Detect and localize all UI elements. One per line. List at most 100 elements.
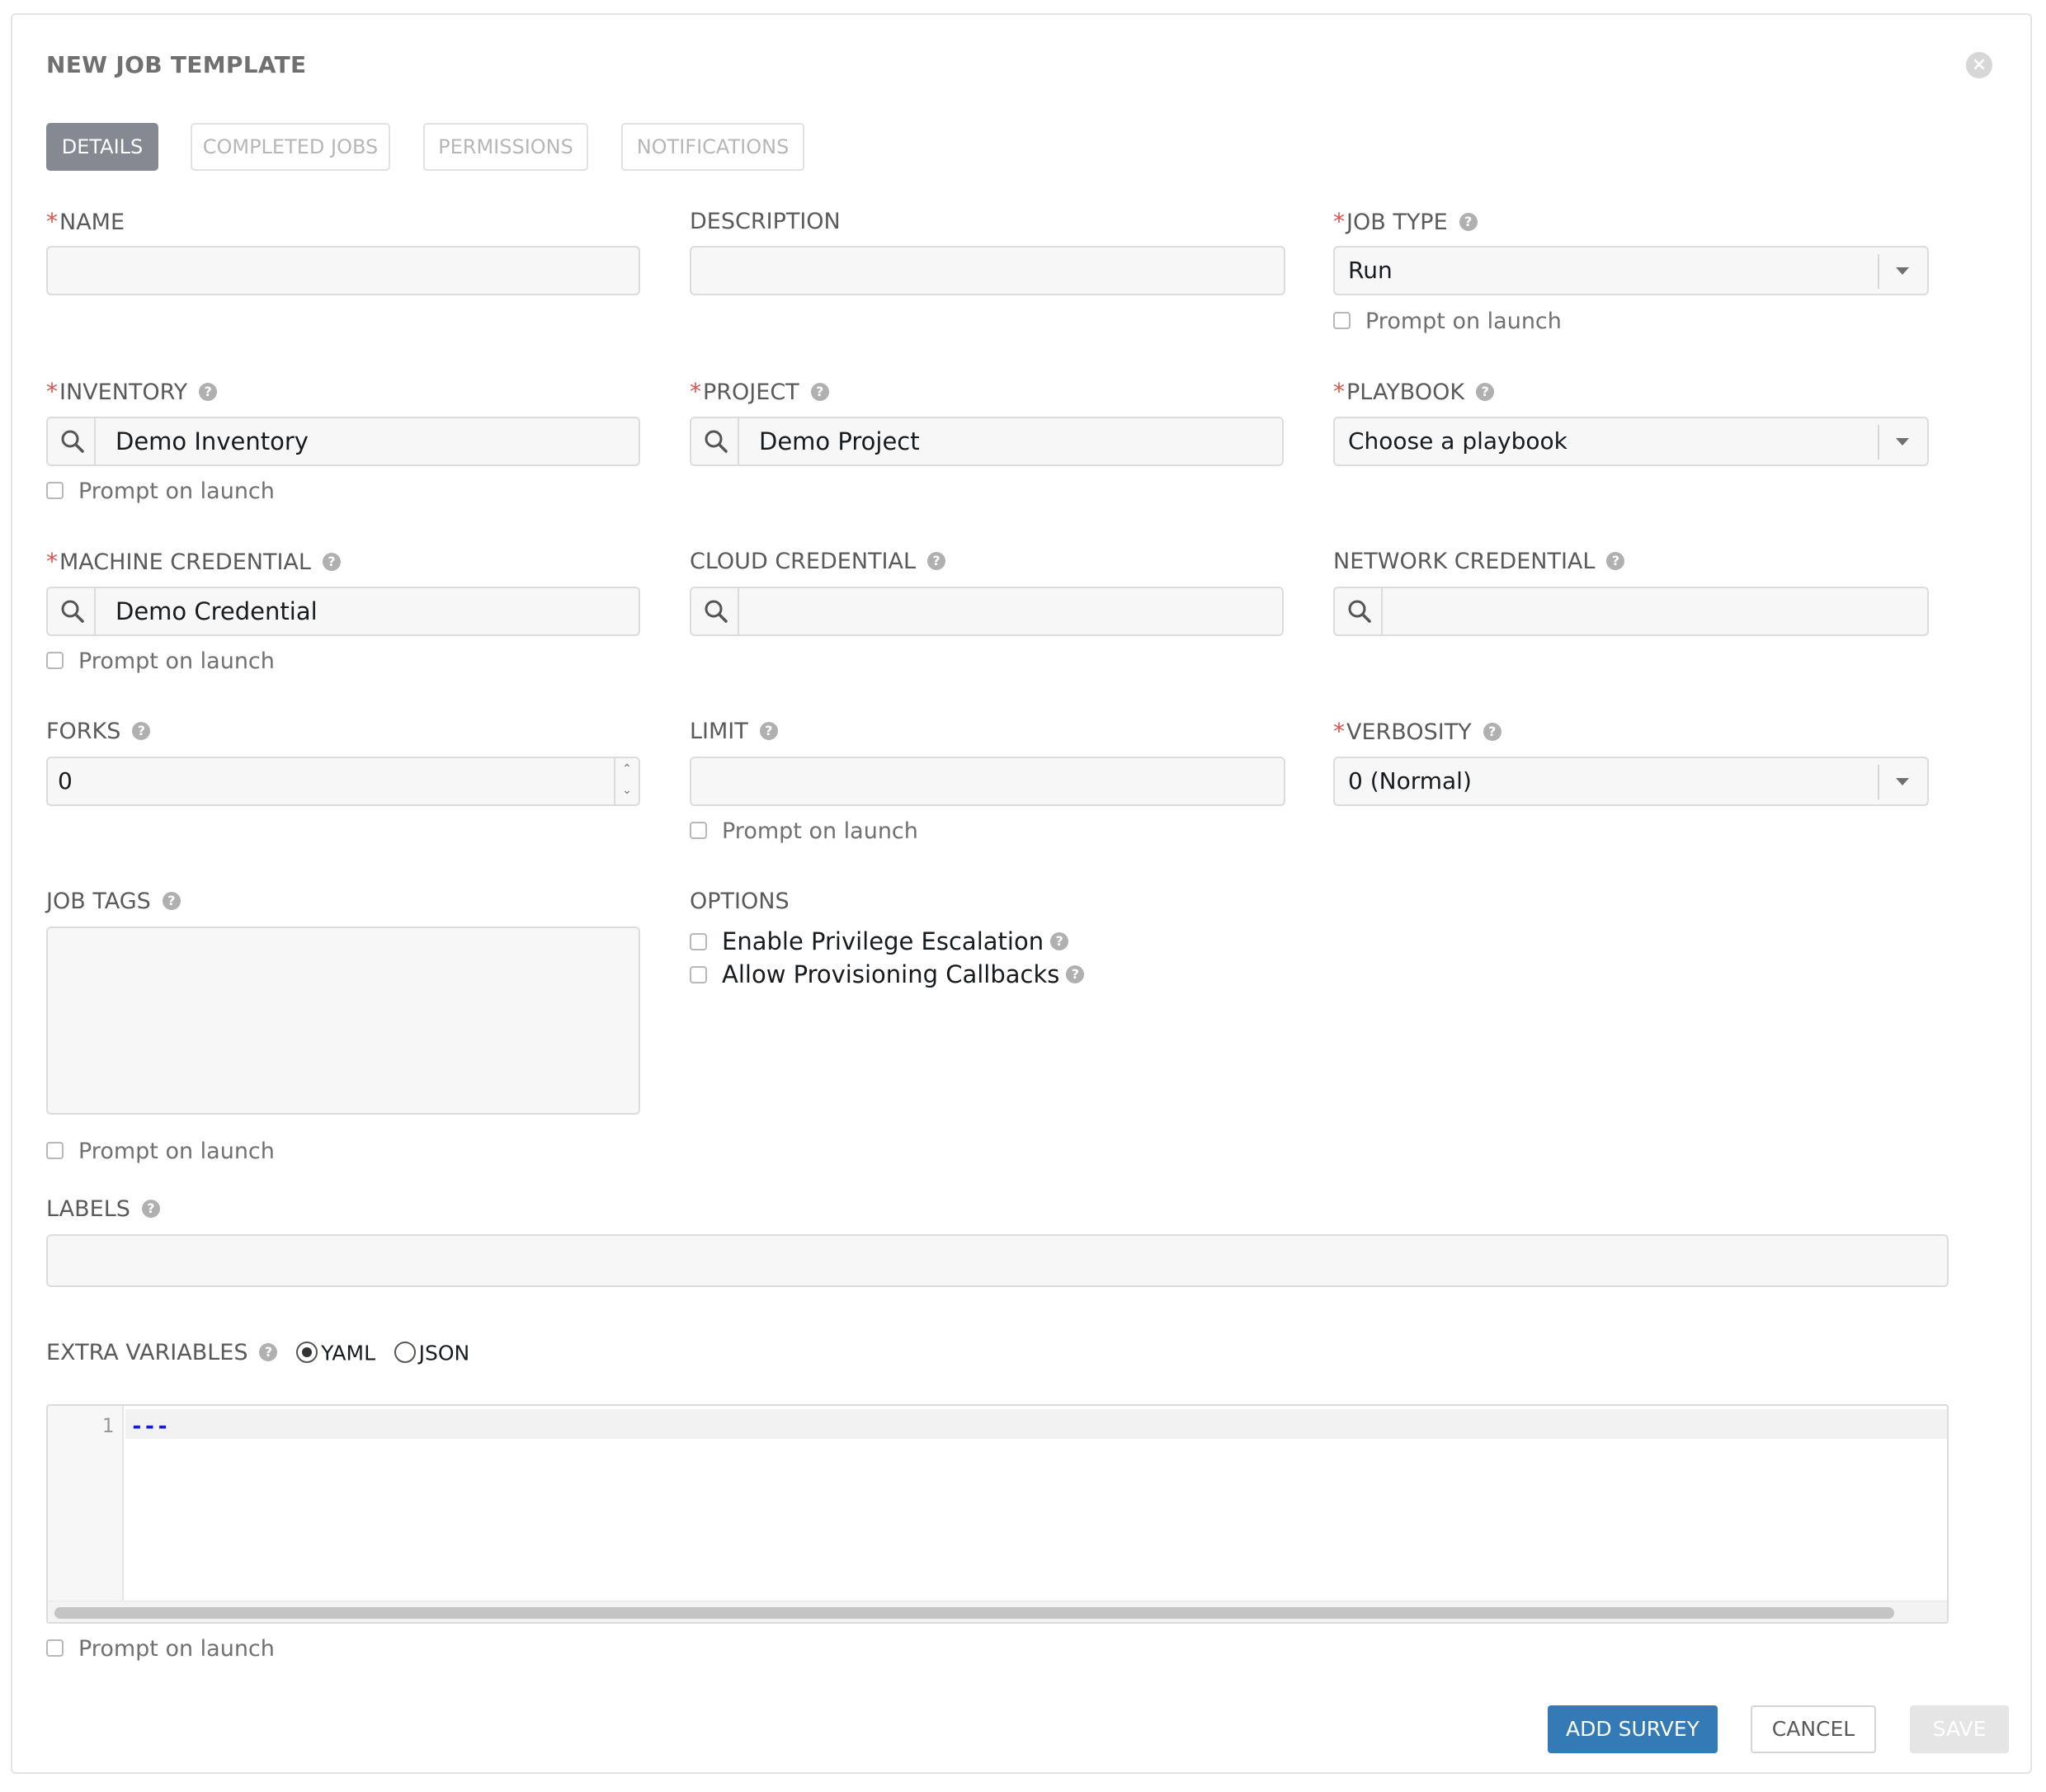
help-icon[interactable]: ?	[1483, 722, 1502, 741]
radio-icon[interactable]	[394, 1341, 416, 1363]
line-number: 1	[101, 1414, 114, 1437]
dialog-title: NEW JOB TEMPLATE	[46, 51, 307, 78]
cloud-credential-lookup[interactable]	[690, 587, 1284, 636]
search-icon	[61, 600, 84, 623]
caret-down-icon	[1896, 778, 1909, 785]
cloud-credential-search-button[interactable]	[691, 588, 739, 634]
checkbox-icon[interactable]	[46, 1639, 64, 1657]
job-tags-label-text: JOB TAGS	[46, 889, 151, 914]
project-value: Demo Project	[759, 427, 920, 455]
limit-input[interactable]	[690, 757, 1285, 806]
job-tags-label: JOB TAGS?	[46, 888, 181, 916]
checkbox-icon[interactable]	[690, 932, 707, 950]
caret-down-icon	[1896, 438, 1909, 446]
help-icon[interactable]: ?	[132, 721, 151, 740]
job-type-prompt-checkbox[interactable]: Prompt on launch	[1333, 308, 1562, 336]
tab-completed-jobs[interactable]: COMPLETED JOBS	[191, 123, 390, 171]
playbook-select[interactable]: Choose a playbook	[1333, 417, 1929, 466]
job-type-select[interactable]: Run	[1333, 246, 1929, 295]
horizontal-scrollbar[interactable]	[48, 1601, 1947, 1622]
yaml-label: YAML	[321, 1341, 375, 1365]
job-tags-textarea[interactable]	[46, 927, 640, 1115]
help-icon[interactable]: ?	[759, 721, 778, 740]
inventory-prompt-checkbox[interactable]: Prompt on launch	[46, 478, 275, 506]
json-radio[interactable]: JSON	[394, 1340, 470, 1365]
save-button[interactable]: SAVE	[1910, 1705, 2009, 1753]
help-icon[interactable]: ?	[1459, 212, 1478, 231]
playbook-label: *PLAYBOOK?	[1333, 378, 1495, 407]
checkbox-icon[interactable]	[46, 1142, 64, 1159]
verbosity-select[interactable]: 0 (Normal)	[1333, 757, 1929, 806]
required-marker: *	[1333, 208, 1345, 235]
help-icon[interactable]: ?	[1476, 382, 1495, 401]
playbook-value: Choose a playbook	[1348, 427, 1568, 455]
labels-input[interactable]	[46, 1234, 1949, 1287]
verbosity-value: 0 (Normal)	[1348, 767, 1472, 795]
close-icon[interactable]: ×	[1966, 52, 1992, 78]
job-type-value: Run	[1348, 257, 1393, 284]
help-icon[interactable]: ?	[810, 382, 829, 401]
machine-credential-lookup[interactable]: Demo Credential	[46, 587, 640, 636]
inventory-lookup[interactable]: Demo Inventory	[46, 417, 640, 466]
network-credential-lookup[interactable]	[1333, 587, 1929, 636]
cancel-button[interactable]: CANCEL	[1751, 1705, 1876, 1753]
tab-details[interactable]: DETAILS	[46, 123, 158, 171]
machine-credential-value: Demo Credential	[116, 597, 318, 625]
code-line[interactable]: ---	[130, 1414, 169, 1439]
extra-variables-prompt-checkbox[interactable]: Prompt on launch	[46, 1635, 275, 1663]
privilege-escalation-option[interactable]: Enable Privilege Escalation?	[690, 927, 1069, 956]
json-label: JSON	[418, 1341, 470, 1365]
project-lookup[interactable]: Demo Project	[690, 417, 1284, 466]
tab-permissions[interactable]: PERMISSIONS	[423, 123, 588, 171]
help-icon[interactable]: ?	[322, 552, 341, 571]
required-marker: *	[1333, 378, 1345, 405]
name-input[interactable]	[46, 246, 640, 295]
help-icon[interactable]: ?	[1066, 965, 1085, 983]
search-icon	[705, 430, 728, 453]
job-type-label-text: JOB TYPE	[1346, 210, 1448, 235]
chevron-down-icon[interactable]: ⌄	[615, 780, 639, 801]
network-credential-label: NETWORK CREDENTIAL?	[1333, 548, 1625, 576]
project-search-button[interactable]	[691, 418, 739, 465]
help-icon[interactable]: ?	[141, 1199, 160, 1218]
checkbox-icon[interactable]	[1333, 312, 1351, 329]
name-label: *NAME	[46, 208, 125, 237]
help-icon[interactable]: ?	[162, 891, 181, 910]
tab-notifications[interactable]: NOTIFICATIONS	[621, 123, 804, 171]
help-icon[interactable]: ?	[1050, 932, 1069, 950]
checkbox-icon[interactable]	[46, 652, 64, 669]
provisioning-callbacks-option[interactable]: Allow Provisioning Callbacks?	[690, 960, 1085, 989]
checkbox-icon[interactable]	[46, 482, 64, 499]
limit-prompt-checkbox[interactable]: Prompt on launch	[690, 818, 918, 846]
yaml-radio[interactable]: YAML	[296, 1340, 375, 1365]
playbook-label-text: PLAYBOOK	[1346, 380, 1465, 405]
inventory-label-text: INVENTORY	[59, 380, 188, 405]
inventory-search-button[interactable]	[48, 418, 96, 465]
checkbox-label: Prompt on launch	[78, 1636, 275, 1662]
help-icon[interactable]: ?	[199, 382, 218, 401]
radio-selected-icon[interactable]	[296, 1341, 318, 1363]
network-credential-search-button[interactable]	[1335, 588, 1383, 634]
search-icon	[705, 600, 728, 623]
help-icon[interactable]: ?	[259, 1342, 278, 1361]
forks-stepper[interactable]: ⌃ ⌄	[614, 758, 639, 804]
provisioning-callbacks-label: Allow Provisioning Callbacks	[722, 960, 1060, 988]
forks-input[interactable]: 0 ⌃ ⌄	[46, 757, 640, 806]
checkbox-icon[interactable]	[690, 965, 707, 983]
description-input[interactable]	[690, 246, 1285, 295]
required-marker: *	[46, 378, 58, 405]
project-label-text: PROJECT	[703, 380, 799, 405]
checkbox-icon[interactable]	[690, 822, 707, 839]
help-icon[interactable]: ?	[1606, 551, 1625, 570]
job-tags-prompt-checkbox[interactable]: Prompt on launch	[46, 1138, 275, 1166]
caret-down-icon	[1896, 267, 1909, 275]
machine-credential-prompt-checkbox[interactable]: Prompt on launch	[46, 648, 275, 676]
machine-credential-search-button[interactable]	[48, 588, 96, 634]
chevron-up-icon[interactable]: ⌃	[615, 758, 639, 780]
help-icon[interactable]: ?	[927, 551, 946, 570]
extra-variables-editor[interactable]: 1 ---	[46, 1404, 1949, 1624]
checkbox-label: Prompt on launch	[78, 479, 275, 504]
add-survey-button[interactable]: ADD SURVEY	[1548, 1705, 1718, 1753]
labels-label-text: LABELS	[46, 1196, 130, 1222]
scrollbar-thumb[interactable]	[54, 1607, 1894, 1619]
